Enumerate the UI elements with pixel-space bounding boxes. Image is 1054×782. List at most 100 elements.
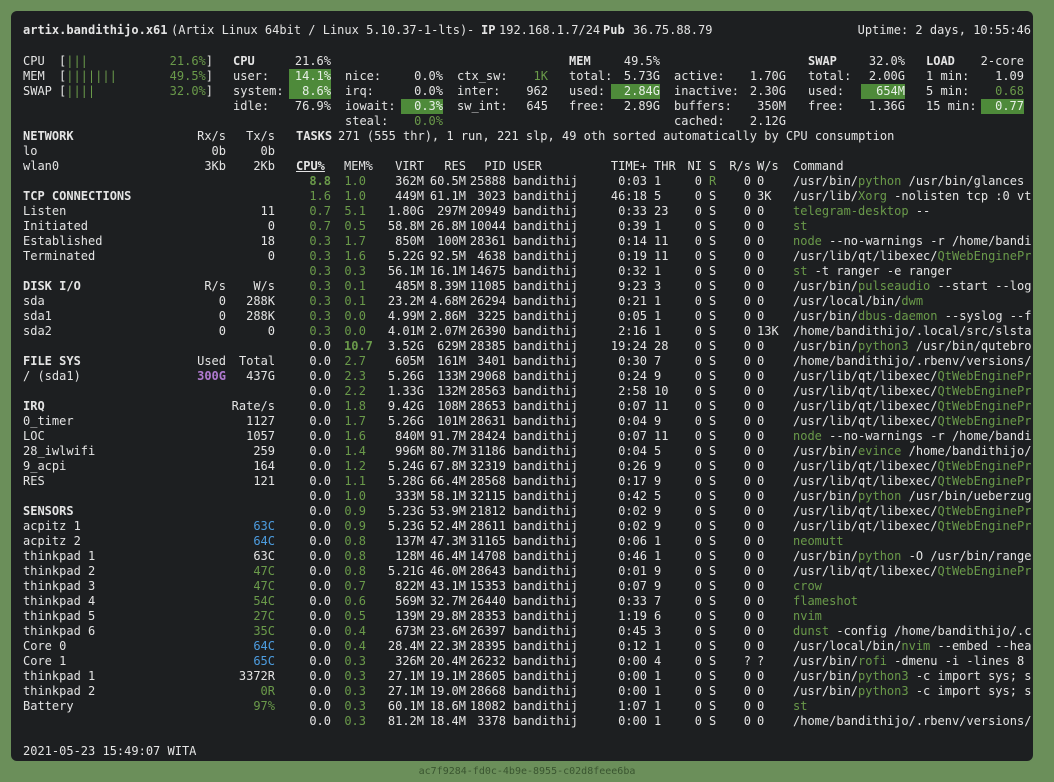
cpu-stat-label: system: bbox=[233, 84, 284, 98]
tcp-state: Listen bbox=[23, 204, 67, 218]
command-segment: -- bbox=[908, 204, 931, 218]
cell-user: bandithij bbox=[513, 519, 579, 533]
column-header-command[interactable]: Command bbox=[793, 159, 844, 174]
column-header-cpu[interactable]: CPU% bbox=[296, 159, 326, 174]
cell-command: /usr/bin/evince /home/bandithijo/d bbox=[793, 444, 1031, 459]
cell-ni: 0 bbox=[694, 324, 702, 338]
command-segment: /usr/local/bin/ bbox=[793, 639, 902, 653]
cell-cpu: 0.0 bbox=[309, 549, 331, 563]
command-segment: dbus-daemon bbox=[858, 309, 938, 323]
cpu-stat-label: ctx_sw: bbox=[457, 69, 508, 83]
command-segment: nvim bbox=[793, 609, 822, 623]
command-segment: /usr/bin/ bbox=[793, 654, 859, 668]
mem-stat-label: free: bbox=[569, 99, 606, 113]
command-segment: QtWebEnginePro bbox=[937, 519, 1032, 533]
command-segment: python3 bbox=[858, 669, 909, 683]
footer-datetime: 2021-05-23 15:49:07 WITA bbox=[23, 744, 197, 758]
cell-time: 0:00 bbox=[618, 684, 647, 698]
cell-ws: 0 bbox=[757, 474, 765, 488]
pub-label: Pub bbox=[603, 23, 625, 37]
column-header-virt[interactable]: VIRT bbox=[386, 159, 424, 174]
cell-virt: 5.24G bbox=[387, 459, 424, 473]
cell-res: 297M bbox=[437, 204, 466, 218]
cell-mem: 0.3 bbox=[344, 684, 366, 698]
sensor-name: thinkpad 6 bbox=[23, 624, 96, 638]
fs-title: FILE SYS bbox=[23, 354, 81, 368]
cell-pid: 3023 bbox=[477, 189, 506, 203]
column-header-ni[interactable]: NI bbox=[686, 159, 702, 174]
cell-cpu: 0.0 bbox=[309, 429, 331, 443]
irq-name: LOC bbox=[23, 429, 45, 443]
cell-ws: 0 bbox=[757, 534, 765, 548]
cpu-stat-label: sw_int: bbox=[457, 99, 508, 113]
cell-cpu: 0.3 bbox=[309, 249, 331, 263]
network-tx: 2Kb bbox=[253, 159, 275, 173]
cell-rs: 0 bbox=[743, 684, 751, 698]
cell-pid: 10044 bbox=[469, 219, 506, 233]
column-header-rs[interactable]: R/s bbox=[729, 159, 751, 174]
cell-rs: 0 bbox=[743, 609, 751, 623]
cell-thr: 7 bbox=[654, 594, 662, 608]
column-header-s[interactable]: S bbox=[709, 159, 719, 174]
cell-res: 66.4M bbox=[429, 474, 466, 488]
network-interface: lo bbox=[23, 144, 38, 158]
command-segment: /usr/bin/ bbox=[793, 339, 859, 353]
mem-total: 49.5% bbox=[623, 54, 660, 68]
column-header-ws[interactable]: W/s bbox=[757, 159, 779, 174]
cell-thr: 9 bbox=[654, 519, 662, 533]
cell-ws: 0 bbox=[757, 624, 765, 638]
cell-rs: 0 bbox=[743, 219, 751, 233]
column-header-res[interactable]: RES bbox=[428, 159, 466, 174]
cell-virt: 81.2M bbox=[387, 714, 424, 728]
cell-ni: 0 bbox=[694, 384, 702, 398]
cpu-stat-value: 76.9% bbox=[294, 99, 331, 113]
column-header-pid[interactable]: PID bbox=[466, 159, 506, 174]
ip-address: 192.168.1.7/24 bbox=[499, 23, 601, 37]
cell-ni: 0 bbox=[694, 714, 702, 728]
column-header-time[interactable]: TIME+ bbox=[607, 159, 647, 174]
cell-user: bandithij bbox=[513, 339, 579, 353]
cpu-stat-label: user: bbox=[233, 69, 270, 83]
cell-cpu: 0.0 bbox=[309, 534, 331, 548]
cell-thr: 4 bbox=[654, 654, 662, 668]
cell-ws: 0 bbox=[757, 369, 765, 383]
cell-pid: 26440 bbox=[469, 594, 506, 608]
sensor-value: 65C bbox=[253, 654, 275, 668]
cell-mem: 0.3 bbox=[344, 654, 366, 668]
cell-cpu: 1.6 bbox=[309, 189, 331, 203]
cell-rs: 0 bbox=[743, 444, 751, 458]
cell-pid: 26390 bbox=[469, 324, 506, 338]
mem-stat-label: cached: bbox=[674, 114, 725, 128]
command-segment: /usr/bin/ bbox=[793, 669, 859, 683]
column-header-thr[interactable]: THR bbox=[654, 159, 676, 174]
cell-pid: 28605 bbox=[469, 669, 506, 683]
cell-ni: 0 bbox=[694, 669, 702, 683]
tcp-title: TCP CONNECTIONS bbox=[23, 189, 132, 203]
load-stat-value: 0.68 bbox=[995, 84, 1024, 98]
cell-ws: 0 bbox=[757, 714, 765, 728]
cell-virt: 840M bbox=[395, 429, 424, 443]
tcp-state: Established bbox=[23, 234, 103, 248]
cell-cpu: 0.3 bbox=[309, 294, 331, 308]
cell-cpu: 0.0 bbox=[309, 639, 331, 653]
cell-cpu: 0.0 bbox=[309, 459, 331, 473]
column-header-user[interactable]: USER bbox=[513, 159, 583, 174]
column-header-mem[interactable]: MEM% bbox=[344, 159, 376, 174]
cell-ni: 0 bbox=[694, 489, 702, 503]
cell-time: 0:17 bbox=[618, 474, 647, 488]
irq-name: 0_timer bbox=[23, 414, 74, 428]
command-segment: -dmenu -i -lines 8 - bbox=[886, 654, 1031, 668]
cell-virt: 4.01M bbox=[387, 324, 424, 338]
cell-cpu: 0.3 bbox=[309, 309, 331, 323]
network-title: NETWORK bbox=[23, 129, 74, 143]
command-segment: crow bbox=[793, 579, 822, 593]
command-segment: -c import sys; sy bbox=[908, 684, 1031, 698]
cell-mem: 1.2 bbox=[344, 459, 366, 473]
cell-s: S bbox=[709, 609, 717, 623]
cell-rs: 0 bbox=[743, 369, 751, 383]
sensor-name: thinkpad 1 bbox=[23, 549, 96, 563]
command-segment: /usr/bin/ bbox=[793, 174, 859, 188]
cell-mem: 2.7 bbox=[344, 354, 366, 368]
tcp-count: 0 bbox=[267, 219, 275, 233]
cell-rs: 0 bbox=[743, 384, 751, 398]
